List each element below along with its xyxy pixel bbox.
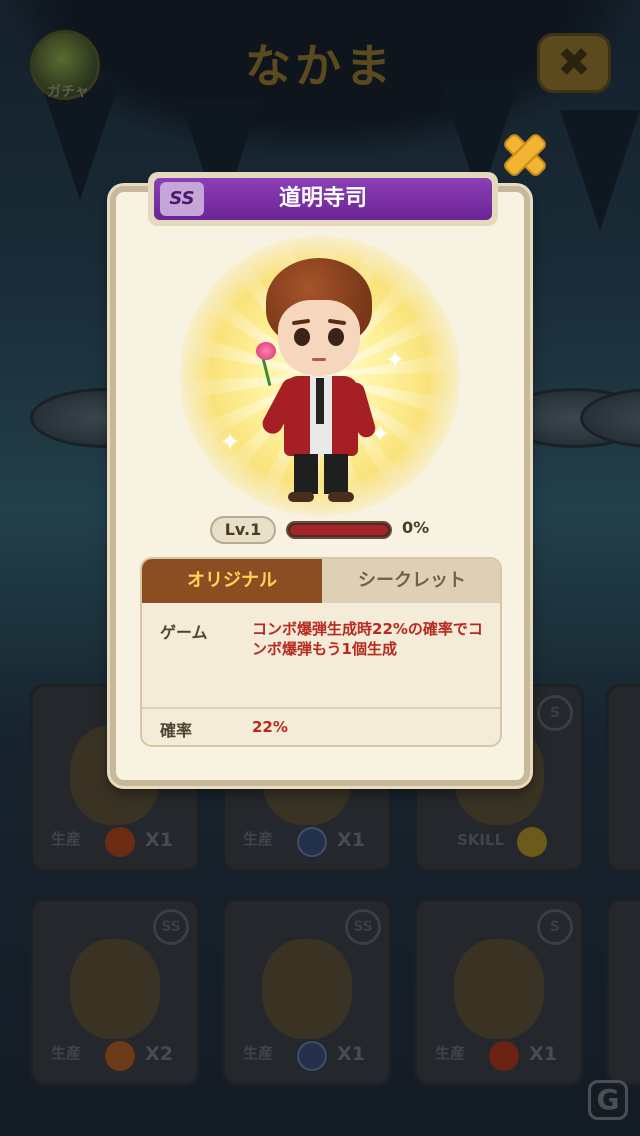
clock-icon xyxy=(297,1041,327,1071)
rank-badge: S xyxy=(537,695,573,731)
character-card[interactable]: S 生産 X1 xyxy=(414,898,584,1086)
bomb-icon xyxy=(105,827,135,857)
character-legs xyxy=(294,454,348,494)
character-card[interactable] xyxy=(606,898,640,1086)
skill-game-label: ゲーム xyxy=(160,623,208,642)
production-quantity: X1 xyxy=(529,1043,557,1065)
character-thumbnail xyxy=(70,939,160,1039)
character-face xyxy=(278,300,360,376)
clock-icon xyxy=(297,827,327,857)
rarity-badge: SS xyxy=(160,182,204,216)
rose-stem xyxy=(261,358,272,386)
name-plate-inner: 道明寺司 SS xyxy=(154,178,492,220)
gem-icon xyxy=(105,1041,135,1071)
character-illustration xyxy=(256,258,386,508)
level-badge: Lv.1 xyxy=(210,516,276,544)
character-eye xyxy=(294,328,310,346)
production-quantity: X2 xyxy=(145,1043,173,1065)
character-thumbnail xyxy=(262,939,352,1039)
screen-close-button[interactable]: ✖ xyxy=(537,33,611,93)
character-tie xyxy=(316,378,324,424)
gacha-button[interactable]: ガチャ xyxy=(30,30,100,100)
production-label: 生産 xyxy=(51,1044,82,1062)
character-shoe xyxy=(288,492,314,502)
character-name-plate: 道明寺司 SS xyxy=(148,172,498,226)
character-mouth xyxy=(312,358,326,361)
production-label: 生産 xyxy=(435,1044,466,1062)
character-card[interactable] xyxy=(606,684,640,872)
fire-icon xyxy=(489,1041,519,1071)
production-label: 生産 xyxy=(243,1044,274,1062)
skill-rate-label: 確率 xyxy=(160,721,193,740)
character-name: 道明寺司 xyxy=(278,186,367,211)
coin-icon xyxy=(517,827,547,857)
site-watermark-logo: G xyxy=(588,1080,628,1120)
skill-row-game: ゲーム コンボ爆弾生成時22%の確率でコンボ爆弾もう1個生成 xyxy=(142,603,500,709)
sparkle-icon: ✦ xyxy=(220,428,241,456)
rose-icon xyxy=(256,342,276,360)
rank-badge: SS xyxy=(345,909,381,945)
character-card[interactable]: SS 生産 X1 xyxy=(222,898,392,1086)
rank-badge: S xyxy=(537,909,573,945)
skill-row-rate: 確率 22% xyxy=(142,709,500,745)
production-quantity: X1 xyxy=(337,829,365,851)
level-progress-trough xyxy=(290,525,388,535)
character-thumbnail xyxy=(454,939,544,1039)
character-eye xyxy=(328,328,344,346)
production-label: 生産 xyxy=(51,830,82,848)
rank-badge: SS xyxy=(153,909,189,945)
production-quantity: X1 xyxy=(337,1043,365,1065)
level-progress-bar xyxy=(286,521,392,539)
skill-label: SKILL xyxy=(457,831,505,849)
production-label: 生産 xyxy=(243,830,274,848)
tab-original[interactable]: オリジナル xyxy=(142,559,322,603)
character-card[interactable]: SS 生産 X2 xyxy=(30,898,200,1086)
sparkle-icon: ✦ xyxy=(385,346,406,374)
gacha-label: ガチャ xyxy=(47,84,89,100)
skill-rate-value: 22% xyxy=(252,718,288,736)
production-quantity: X1 xyxy=(145,829,173,851)
stalactite xyxy=(560,110,640,230)
tab-secret[interactable]: シークレット xyxy=(322,559,500,603)
skill-panel: オリジナル シークレット ゲーム コンボ爆弾生成時22%の確率でコンボ爆弾もう1… xyxy=(140,557,502,747)
modal-close-button[interactable] xyxy=(496,126,554,184)
skill-game-description: コンボ爆弾生成時22%の確率でコンボ爆弾もう1個生成 xyxy=(252,620,483,658)
character-shoe xyxy=(328,492,354,502)
level-progress-percent: 0% xyxy=(402,518,430,537)
